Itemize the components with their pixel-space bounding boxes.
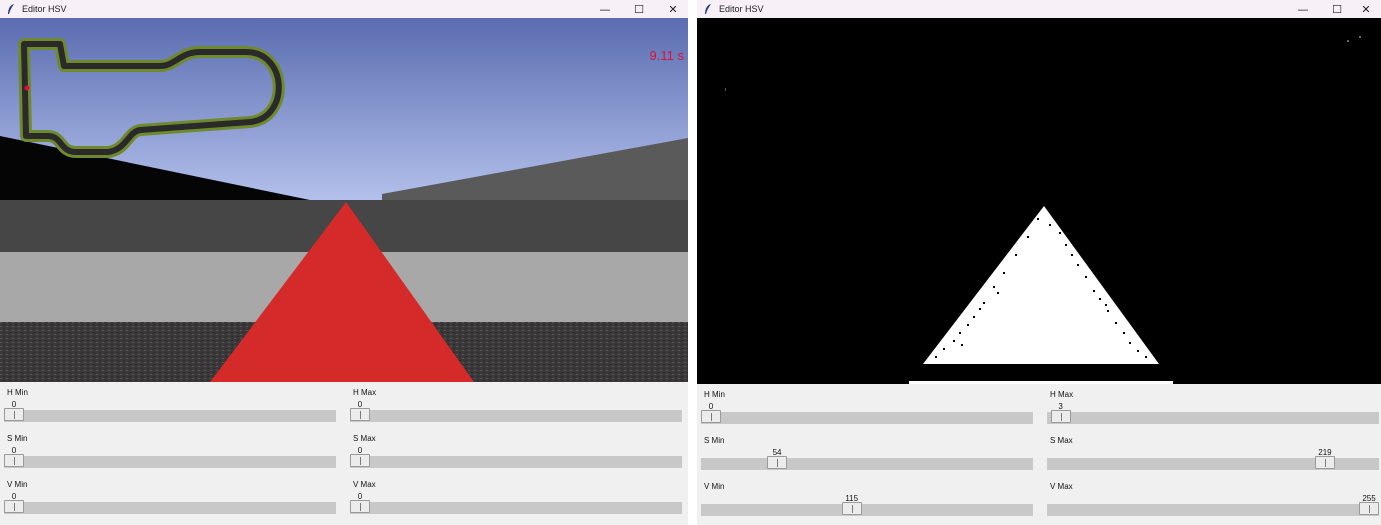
- slider-thumb[interactable]: [701, 410, 721, 423]
- feather-icon: [8, 4, 14, 14]
- slider-trough[interactable]: [350, 456, 682, 468]
- slider-h-min: H Min 0: [699, 386, 1035, 428]
- slider-label: V Max: [353, 480, 376, 489]
- slider-label: H Min: [704, 390, 725, 399]
- title-bar[interactable]: Editor HSV: [697, 0, 1381, 18]
- slider-s-min: S Min 54: [699, 432, 1035, 474]
- window-title: Editor HSV: [22, 4, 67, 14]
- slider-label: H Max: [1050, 390, 1074, 399]
- slider-label: V Max: [1050, 482, 1073, 491]
- slider-trough[interactable]: [701, 458, 1033, 470]
- slider-thumb[interactable]: [350, 500, 370, 513]
- maximize-button[interactable]: ☐: [622, 0, 656, 18]
- slider-thumb[interactable]: [1314, 456, 1335, 469]
- close-button[interactable]: ✕: [656, 0, 688, 18]
- slider-v-min: V Min 0: [2, 476, 338, 518]
- slider-trough[interactable]: [1047, 504, 1379, 516]
- slider-label: S Min: [704, 436, 725, 445]
- minimize-button[interactable]: —: [588, 0, 622, 18]
- slider-v-min: V Min 115: [699, 478, 1035, 520]
- slider-s-min: S Min 0: [2, 430, 338, 472]
- slider-thumb[interactable]: [4, 454, 24, 467]
- minimize-icon: —: [1297, 2, 1309, 16]
- slider-thumb[interactable]: [350, 454, 370, 467]
- slider-label: H Max: [353, 388, 377, 397]
- slider-trough[interactable]: [350, 502, 682, 514]
- slider-trough[interactable]: [4, 502, 336, 514]
- slider-trough[interactable]: [701, 412, 1033, 424]
- mask-view: [697, 18, 1381, 384]
- window-title: Editor HSV: [719, 4, 764, 14]
- slider-label: V Min: [704, 482, 725, 491]
- minimize-button[interactable]: —: [1286, 0, 1320, 18]
- slider-thumb[interactable]: [4, 500, 24, 513]
- camera-view: 9.11 s 0%: [0, 18, 688, 382]
- slider-thumb[interactable]: [1359, 502, 1379, 515]
- maximize-icon: ☐: [634, 2, 644, 16]
- slider-thumb[interactable]: [841, 502, 862, 515]
- mask-strip: [909, 381, 1173, 384]
- lap-timer: 9.11 s: [649, 48, 684, 63]
- slider-label: S Max: [1050, 436, 1073, 445]
- slider-trough[interactable]: [1047, 412, 1379, 424]
- slider-label: S Max: [353, 434, 376, 443]
- slider-s-max: S Max 219: [1045, 432, 1381, 474]
- feather-icon: [705, 4, 711, 14]
- slider-trough[interactable]: [4, 410, 336, 422]
- slider-thumb[interactable]: [350, 408, 370, 421]
- close-icon: ✕: [1361, 2, 1371, 16]
- slider-label: H Min: [7, 388, 28, 397]
- slider-trough[interactable]: [701, 504, 1033, 516]
- maximize-icon: ☐: [1332, 2, 1342, 16]
- slider-thumb[interactable]: [767, 456, 788, 469]
- title-bar[interactable]: Editor HSV: [0, 0, 688, 18]
- editor-window-camera: Editor HSV — ☐ ✕ 9.11 s H Min 0 H Max 0 …: [0, 0, 688, 525]
- slider-h-max: H Max 0: [348, 384, 684, 426]
- slider-s-max: S Max 0: [348, 430, 684, 472]
- slider-label: V Min: [7, 480, 28, 489]
- minimize-icon: —: [599, 2, 611, 16]
- slider-trough[interactable]: [4, 456, 336, 468]
- slider-h-max: H Max 3: [1045, 386, 1381, 428]
- close-icon: ✕: [668, 2, 678, 16]
- slider-v-max: V Max 0: [348, 476, 684, 518]
- close-button[interactable]: ✕: [1349, 0, 1381, 18]
- slider-v-max: V Max 255: [1045, 478, 1381, 520]
- slider-label: S Min: [7, 434, 28, 443]
- mask-image: [697, 18, 1381, 384]
- camera-scene: [0, 18, 688, 382]
- slider-trough[interactable]: [350, 410, 682, 422]
- slider-h-min: H Min 0: [2, 384, 338, 426]
- slider-thumb[interactable]: [1050, 410, 1071, 423]
- editor-window-mask: Editor HSV — ☐ ✕ H Min 0 H Max 3 S Min 5…: [697, 0, 1381, 525]
- slider-thumb[interactable]: [4, 408, 24, 421]
